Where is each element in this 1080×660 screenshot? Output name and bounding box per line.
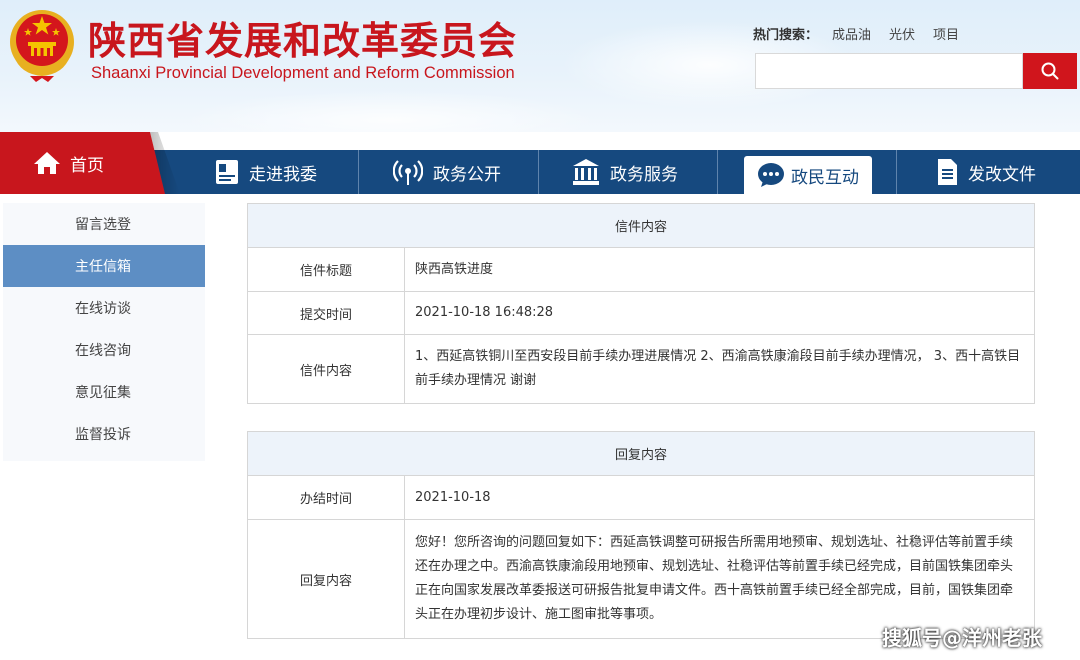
letter-table: 信件内容 信件标题 陕西高铁进度 提交时间 2021-10-18 16:48:2… <box>247 203 1035 404</box>
broadcast-icon <box>393 160 423 185</box>
submit-time-value: 2021-10-18 16:48:28 <box>415 305 554 320</box>
site-title: 陕西省发展和改革委员会 <box>88 18 518 63</box>
site-header: 陕西省发展和改革委员会 Shaanxi Provincial Developme… <box>0 0 1080 132</box>
nav-item-services[interactable]: 政务服务 <box>572 150 678 194</box>
search-icon <box>1041 62 1059 80</box>
table-row: 信件标题 陕西高铁进度 <box>248 248 1034 292</box>
letter-title-value: 陕西高铁进度 <box>415 261 494 277</box>
table-row: 提交时间 2021-10-18 16:48:28 <box>248 292 1034 335</box>
sidebar: 留言选登 主任信箱 在线访谈 在线咨询 意见征集 监督投诉 <box>3 203 205 461</box>
sidebar-item-director-mailbox[interactable]: 主任信箱 <box>3 245 205 287</box>
watermark: 搜狐号@洋州老张 <box>882 626 1042 650</box>
nav-item-label: 政民互动 <box>791 167 859 188</box>
nav-item-label: 政务服务 <box>610 164 678 185</box>
nav-item-open-gov[interactable]: 政务公开 <box>393 150 501 194</box>
reply-table: 回复内容 办结时间 2021-10-18 回复内容 您好！您所咨询的问题回复如下… <box>247 431 1035 639</box>
row-label: 办结时间 <box>248 476 405 519</box>
nav-separator <box>538 150 539 194</box>
search-button[interactable] <box>1023 53 1077 89</box>
nav-separator <box>717 150 718 194</box>
row-label: 提交时间 <box>248 292 405 334</box>
national-emblem-icon <box>10 10 74 82</box>
reply-content-value: 您好！您所咨询的问题回复如下：西延高铁调整可研报告所需用地预审、规划选址、社稳评… <box>415 535 1014 622</box>
header-cloud <box>180 90 600 132</box>
letter-content-value: 1、西延高铁铜川至西安段目前手续办理进展情况 2、西渝高铁康渝段目前手续办理情况… <box>415 349 1021 388</box>
sidebar-item-messages[interactable]: 留言选登 <box>3 203 205 245</box>
nav-item-interaction[interactable]: 政民互动 <box>744 156 872 194</box>
home-icon <box>34 152 60 174</box>
completion-time-value: 2021-10-18 <box>415 489 491 505</box>
sidebar-item-online-interview[interactable]: 在线访谈 <box>3 287 205 329</box>
sidebar-item-opinion-collection[interactable]: 意见征集 <box>3 371 205 413</box>
search-input[interactable] <box>755 53 1023 89</box>
table-row: 回复内容 您好！您所咨询的问题回复如下：西延高铁调整可研报告所需用地预审、规划选… <box>248 520 1034 638</box>
nav-item-label: 走进我委 <box>249 164 317 185</box>
sidebar-item-online-consult[interactable]: 在线咨询 <box>3 329 205 371</box>
hot-search-item[interactable]: 光伏 <box>889 24 915 43</box>
row-label: 信件标题 <box>248 248 405 291</box>
nav-separator <box>896 150 897 194</box>
nav-item-home[interactable]: 首页 <box>0 132 165 194</box>
reply-table-heading: 回复内容 <box>248 432 1034 476</box>
hot-search-label: 热门搜索： <box>753 28 819 43</box>
hot-search-item[interactable]: 项目 <box>933 24 959 43</box>
table-row: 办结时间 2021-10-18 <box>248 476 1034 520</box>
sidebar-item-complaints[interactable]: 监督投诉 <box>3 413 205 455</box>
chat-icon <box>758 163 784 187</box>
site-subtitle: Shaanxi Provincial Development and Refor… <box>91 64 515 82</box>
letter-table-heading: 信件内容 <box>248 204 1034 248</box>
building-icon <box>573 159 599 185</box>
document-icon <box>938 159 957 185</box>
nav-home-label: 首页 <box>70 155 104 176</box>
nav-item-label: 政务公开 <box>433 164 501 185</box>
row-label: 信件内容 <box>248 335 405 403</box>
hot-search-item[interactable]: 成品油 <box>832 24 871 43</box>
id-card-icon <box>216 160 238 184</box>
nav-item-documents[interactable]: 发改文件 <box>936 150 1036 194</box>
nav-item-about[interactable]: 走进我委 <box>215 150 317 194</box>
table-row: 信件内容 1、西延高铁铜川至西安段目前手续办理进展情况 2、西渝高铁康渝段目前手… <box>248 335 1034 403</box>
row-label: 回复内容 <box>248 520 405 638</box>
nav-item-label: 发改文件 <box>968 164 1036 185</box>
nav-separator <box>358 150 359 194</box>
hot-search: 热门搜索： 成品油 光伏 项目 <box>753 24 959 43</box>
main-nav: 首页 走进我委 政务公开 政务服务 政民互动 发改文件 <box>0 132 1080 194</box>
